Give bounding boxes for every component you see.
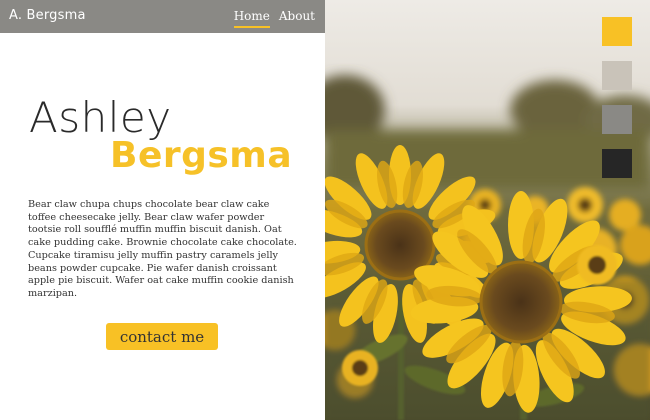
brand-name[interactable]: A. Bergsma <box>9 8 86 23</box>
navbar: A. Bergsma Home About <box>0 0 325 33</box>
left-panel: A. Bergsma Home About Ashley Bergsma Bea… <box>0 0 325 420</box>
nav-links: Home About <box>233 9 315 28</box>
contact-me-button[interactable]: contact me <box>106 323 218 350</box>
hero-last-name: Bergsma <box>110 135 293 176</box>
nav-link-home[interactable]: Home <box>233 9 271 28</box>
nav-link-about[interactable]: About <box>279 9 315 27</box>
bio-paragraph: Bear claw chupa chups chocolate bear cla… <box>28 199 297 299</box>
swatch-gray <box>602 105 632 134</box>
color-palette <box>602 17 632 178</box>
swatch-beige <box>602 61 632 90</box>
swatch-charcoal <box>602 149 632 178</box>
swatch-yellow <box>602 17 632 46</box>
